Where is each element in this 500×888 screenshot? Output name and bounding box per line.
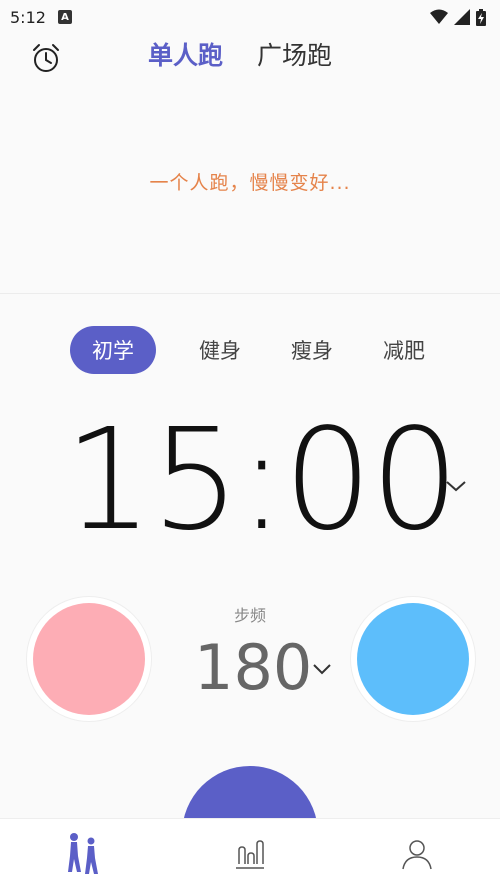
slogan-text: 一个人跑，慢慢变好...	[149, 172, 351, 194]
duration-display[interactable]: 15:00	[64, 400, 459, 561]
chevron-down-icon[interactable]	[312, 660, 332, 678]
runners-icon	[68, 832, 99, 874]
wifi-icon	[430, 9, 448, 24]
cadence-value[interactable]: 180	[194, 633, 312, 702]
nav-profile[interactable]	[387, 824, 447, 884]
mode-selector: 初学 健身 瘦身 减肥	[70, 326, 460, 374]
stats-icon	[235, 839, 264, 869]
bottom-nav	[0, 818, 500, 888]
tab-square-run[interactable]: 广场跑	[257, 36, 332, 72]
mode-beginner[interactable]: 初学	[70, 326, 156, 374]
mode-slimming[interactable]: 瘦身	[276, 326, 348, 374]
status-time: 5:12	[10, 7, 46, 27]
blue-circle	[357, 603, 469, 715]
status-indicators	[430, 8, 486, 26]
header-section: 单人跑 广场跑 一个人跑，慢慢变好...	[0, 34, 500, 294]
tab-solo-run[interactable]: 单人跑	[148, 36, 223, 72]
status-bar: 5:12 A	[0, 0, 500, 34]
run-type-tabs: 单人跑 广场跑	[148, 36, 332, 72]
mode-weight-loss[interactable]: 减肥	[368, 326, 440, 374]
nav-stats[interactable]	[220, 824, 280, 884]
profile-icon	[401, 839, 432, 869]
alarm-clock-icon[interactable]	[30, 42, 62, 74]
nav-run[interactable]	[53, 824, 113, 884]
chevron-down-icon[interactable]	[444, 476, 468, 496]
battery-icon	[476, 8, 486, 26]
notification-icon: A	[57, 10, 72, 24]
mode-fitness[interactable]: 健身	[184, 326, 256, 374]
signal-icon	[454, 9, 470, 25]
increase-cadence-button[interactable]	[350, 596, 476, 722]
